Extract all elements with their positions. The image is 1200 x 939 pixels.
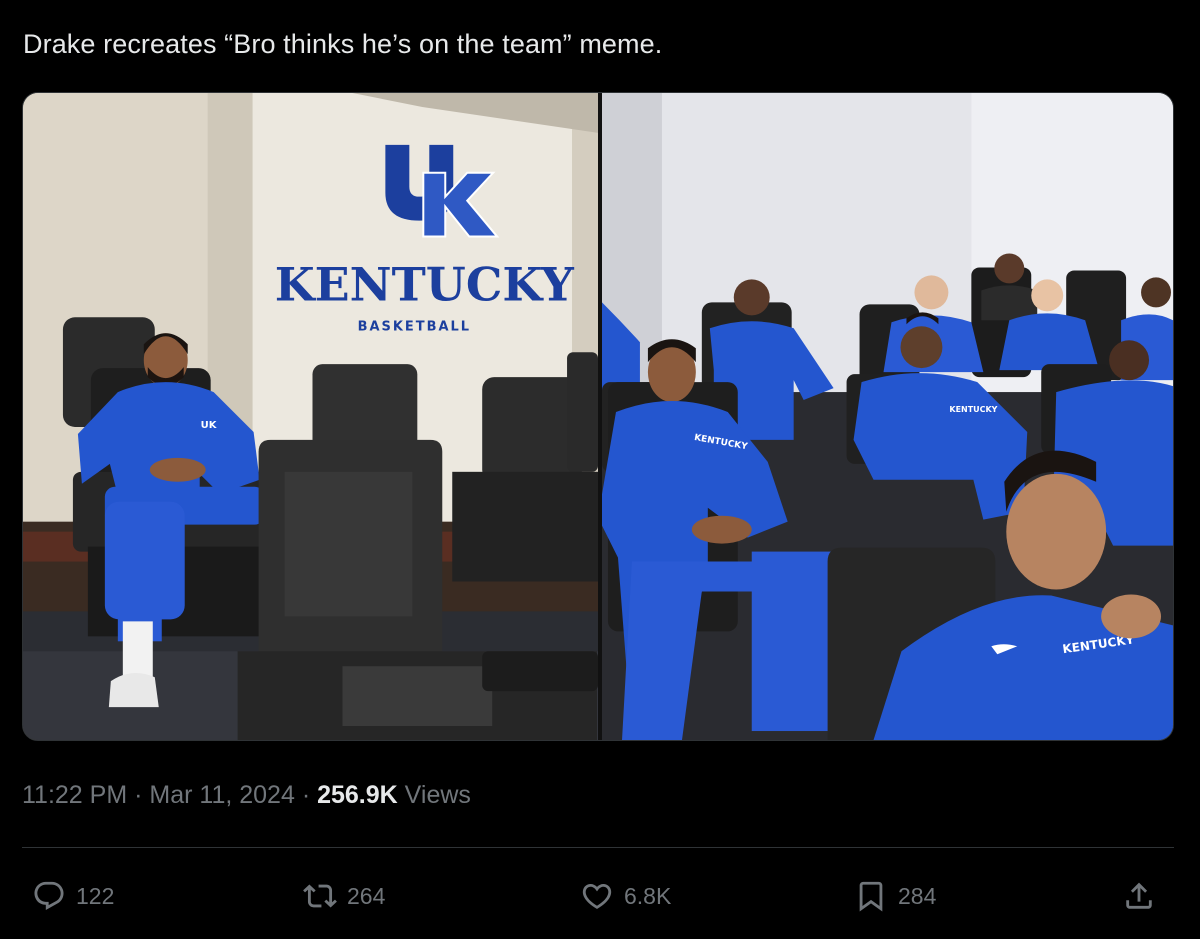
jacket-logo-left: UK [201, 420, 218, 431]
tweet-meta: 11:22 PM · Mar 11, 2024 · 256.9K Views [22, 778, 471, 812]
wall-subtitle: BASKETBALL [358, 319, 471, 334]
repost-count: 264 [347, 882, 386, 909]
share-button[interactable] [1122, 870, 1156, 922]
reply-button[interactable]: 122 [32, 870, 114, 922]
reply-icon [32, 879, 66, 913]
right-photo-illustration: KENTUCKY KENTUCKY KENTUCKY [602, 93, 1173, 740]
bookmark-count: 284 [898, 882, 937, 909]
divider [22, 847, 1174, 848]
like-button[interactable]: 6.8K [580, 870, 671, 922]
tweet-date[interactable]: Mar 11, 2024 [149, 781, 294, 809]
media-photo-left[interactable]: KENTUCKY BASKETBALL UK [23, 93, 598, 740]
share-icon [1122, 879, 1156, 913]
repost-button[interactable]: 264 [303, 870, 385, 922]
left-photo-illustration: KENTUCKY BASKETBALL UK [23, 93, 598, 740]
views-count: 256.9K [317, 781, 398, 809]
like-count: 6.8K [624, 882, 672, 909]
tweet-text: Drake recreates “Bro thinks he’s on the … [23, 29, 663, 59]
svg-text:KENTUCKY: KENTUCKY [949, 405, 997, 414]
tweet-media[interactable]: KENTUCKY BASKETBALL UK KENTUCKY KENTUCKY… [22, 92, 1174, 741]
bookmark-icon [854, 879, 888, 913]
action-bar: 122 264 6.8K 284 [0, 870, 1200, 922]
wall-title: KENTUCKY [275, 257, 575, 311]
meta-separator: · [134, 781, 143, 809]
media-photo-right[interactable]: KENTUCKY KENTUCKY KENTUCKY [602, 93, 1173, 740]
reply-count: 122 [76, 882, 115, 909]
bookmark-button[interactable]: 284 [854, 870, 936, 922]
repost-icon [303, 879, 337, 913]
like-icon [580, 879, 614, 913]
tweet-time[interactable]: 11:22 PM [22, 781, 127, 809]
meta-separator-2: · [301, 781, 311, 809]
views-label: Views [404, 781, 471, 809]
